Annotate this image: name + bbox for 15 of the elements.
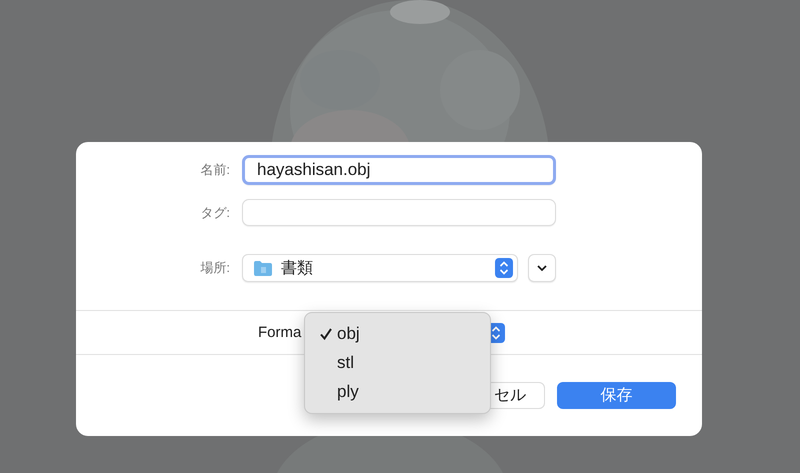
stepper-icon xyxy=(495,258,513,278)
save-button[interactable]: 保存 xyxy=(557,382,676,409)
menu-item[interactable]: obj xyxy=(337,324,360,344)
location-popup[interactable]: 書類 xyxy=(242,254,518,282)
location-label: 場所: xyxy=(199,259,231,277)
menu-item[interactable]: ply xyxy=(337,382,359,402)
format-label: Forma xyxy=(258,324,302,341)
folder-icon xyxy=(253,260,273,276)
chevron-down-icon xyxy=(537,265,547,271)
tags-label: タグ: xyxy=(199,204,231,222)
name-label: 名前: xyxy=(199,161,231,179)
filename-field[interactable]: hayashisan.obj xyxy=(242,155,556,185)
menu-item[interactable]: stl xyxy=(337,352,354,373)
expand-button[interactable] xyxy=(528,254,556,282)
tags-field[interactable] xyxy=(242,199,556,226)
